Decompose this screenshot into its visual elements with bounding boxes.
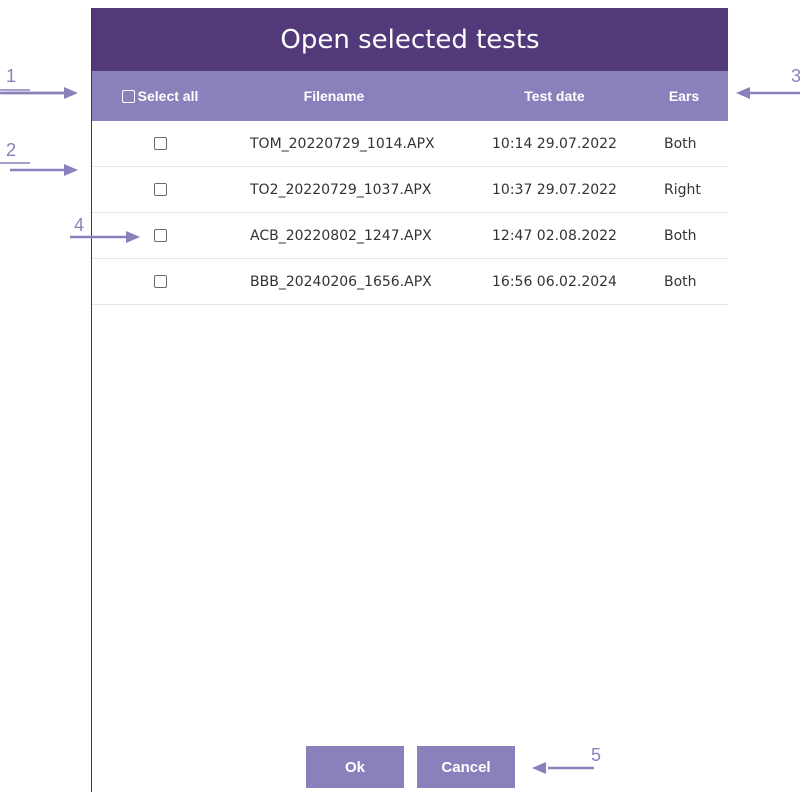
row-test-date: 10:14 29.07.2022	[492, 135, 617, 152]
callout-5-number: 5	[591, 745, 602, 765]
row-test-date: 10:37 29.07.2022	[492, 181, 617, 198]
callout-1-arrowhead	[64, 87, 78, 99]
cancel-button[interactable]: Cancel	[417, 746, 515, 788]
row-filename: TOM_20220729_1014.APX	[250, 135, 435, 152]
dialog-title: Open selected tests	[280, 24, 540, 55]
row-checkbox[interactable]	[153, 229, 167, 242]
column-header-ears[interactable]: Ears	[658, 71, 710, 121]
callout-2-arrowhead	[64, 164, 78, 176]
select-all-control[interactable]: Select all	[92, 71, 228, 121]
callout-3-number: 3	[791, 66, 800, 86]
row-ears: Both	[664, 273, 697, 290]
column-header-test-date[interactable]: Test date	[482, 71, 627, 121]
select-all-checkbox[interactable]	[121, 89, 135, 103]
dialog-title-bar: Open selected tests	[92, 8, 728, 71]
test-list: TOM_20220729_1014.APX 10:14 29.07.2022 B…	[92, 121, 728, 305]
row-filename: ACB_20220802_1247.APX	[250, 227, 432, 244]
table-row[interactable]: BBB_20240206_1656.APX 16:56 06.02.2024 B…	[92, 259, 728, 305]
row-checkbox[interactable]	[153, 183, 167, 196]
row-filename: TO2_20220729_1037.APX	[250, 181, 432, 198]
row-ears: Right	[664, 181, 701, 198]
callout-4-number: 4	[74, 215, 85, 235]
table-row[interactable]: TO2_20220729_1037.APX 10:37 29.07.2022 R…	[92, 167, 728, 213]
column-header-filename[interactable]: Filename	[228, 71, 440, 121]
row-checkbox[interactable]	[153, 275, 167, 288]
row-ears: Both	[664, 227, 697, 244]
row-test-date: 12:47 02.08.2022	[492, 227, 617, 244]
row-checkbox[interactable]	[153, 137, 167, 150]
open-tests-dialog: Open selected tests Select all Filename …	[91, 8, 728, 792]
ok-button[interactable]: Ok	[306, 746, 404, 788]
callout-1-number: 1	[6, 66, 17, 86]
table-header: Select all Filename Test date Ears	[92, 71, 728, 121]
callout-2-number: 2	[6, 140, 17, 160]
table-row[interactable]: ACB_20220802_1247.APX 12:47 02.08.2022 B…	[92, 213, 728, 259]
row-test-date: 16:56 06.02.2024	[492, 273, 617, 290]
row-filename: BBB_20240206_1656.APX	[250, 273, 432, 290]
select-all-label: Select all	[137, 88, 199, 104]
table-row[interactable]: TOM_20220729_1014.APX 10:14 29.07.2022 B…	[92, 121, 728, 167]
callout-3-arrowhead	[736, 87, 750, 99]
row-ears: Both	[664, 135, 697, 152]
